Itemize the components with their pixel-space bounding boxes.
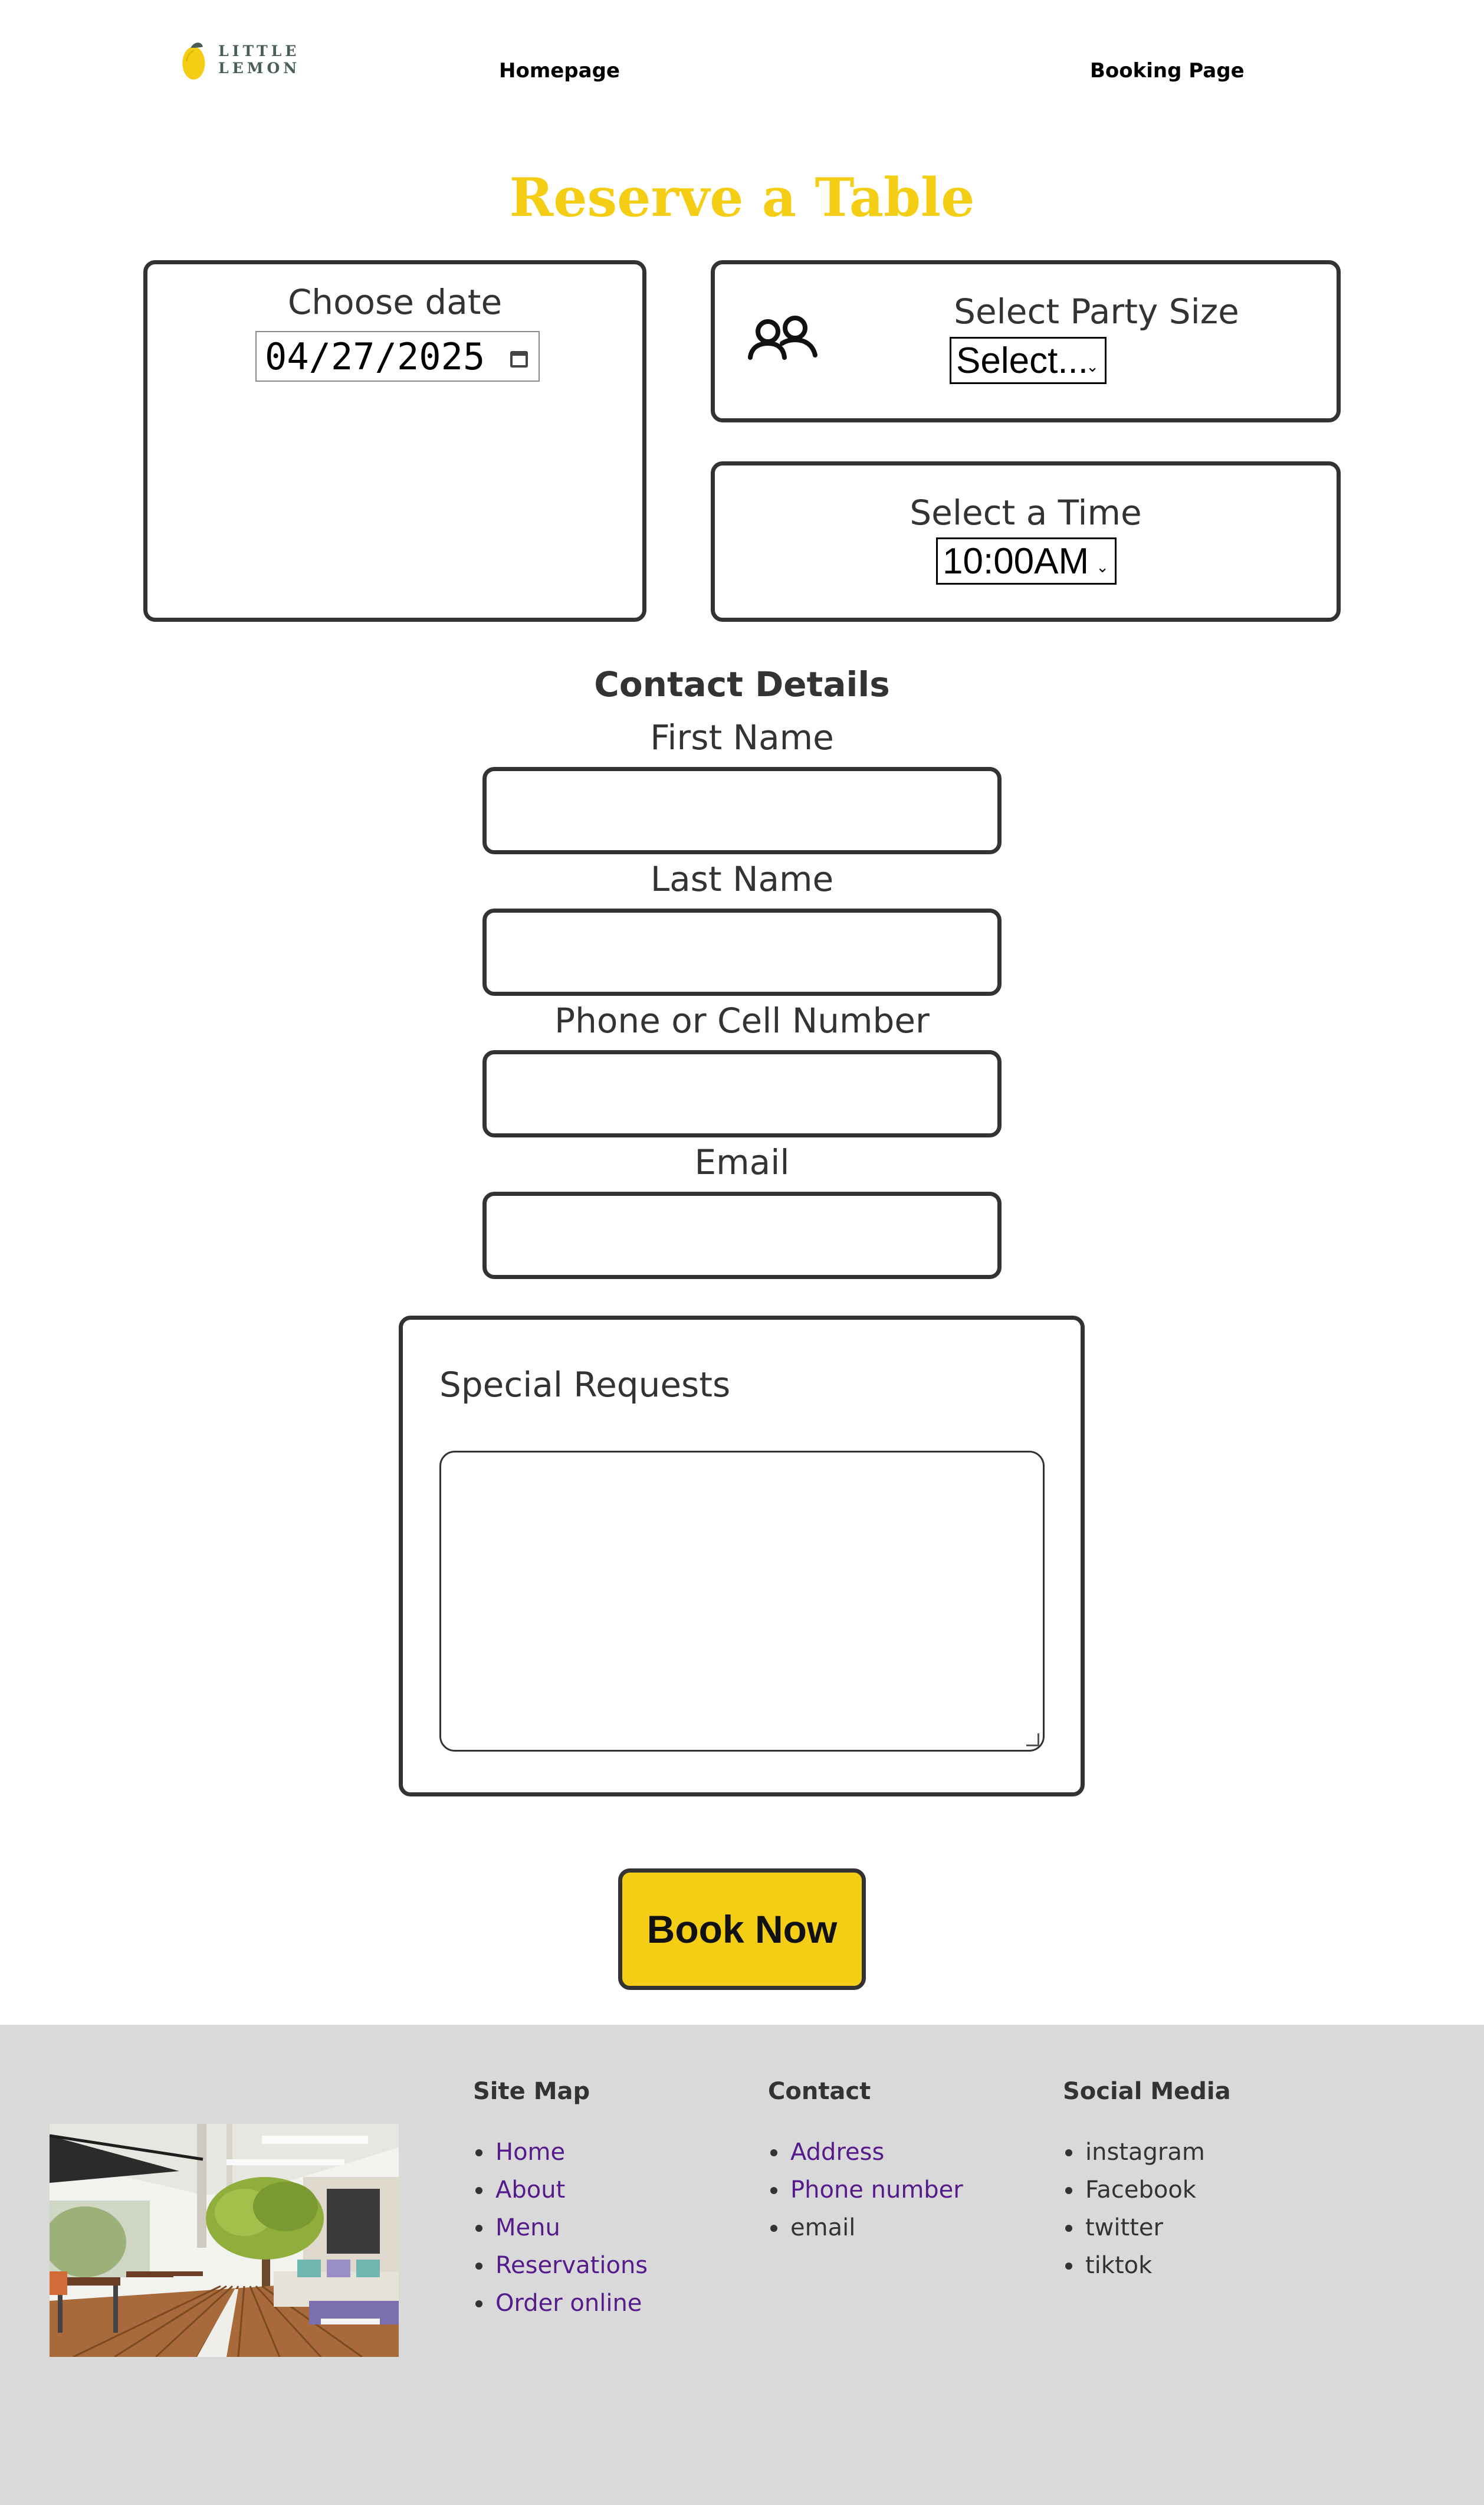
contact-details-heading: Contact Details — [594, 664, 890, 704]
calendar-icon[interactable] — [510, 351, 528, 368]
footer-link-phone-number[interactable]: Phone number — [790, 2176, 963, 2204]
footer: Site Map Home About Menu Reservations Or… — [0, 2025, 1484, 2505]
footer-contact-heading: Contact — [768, 2078, 871, 2105]
time-label: Select a Time — [910, 493, 1142, 533]
footer-social-item: instagram — [1063, 2133, 1231, 2171]
email-label: Email — [694, 1142, 790, 1182]
footer-sitemap-item: Order online — [473, 2284, 648, 2322]
party-size-value: Select... — [956, 340, 1088, 381]
date-label: Choose date — [287, 282, 503, 322]
nav-booking-page-link[interactable]: Booking Page — [1090, 59, 1245, 83]
time-card: Select a Time 10:00AM ⌄ — [711, 461, 1341, 622]
special-requests-textarea[interactable] — [439, 1451, 1045, 1752]
last-name-input[interactable] — [482, 909, 1002, 996]
footer-social-item: twitter — [1063, 2209, 1231, 2247]
footer-social-item: tiktok — [1063, 2247, 1231, 2284]
footer-link-home[interactable]: Home — [495, 2139, 565, 2166]
little-lemon-logo[interactable]: LITTLE LEMON — [179, 33, 368, 86]
restaurant-image — [50, 2124, 399, 2357]
footer-contact-item: Phone number — [768, 2171, 963, 2209]
date-picker-card: Choose date 04/27/2025 — [143, 260, 646, 622]
lemon-icon — [182, 42, 205, 80]
footer-sitemap-item: About — [473, 2171, 648, 2209]
page-title: Reserve a Table — [509, 166, 975, 229]
time-value: 10:00AM — [943, 540, 1089, 582]
resize-handle-icon[interactable] — [1026, 1733, 1039, 1746]
nav-homepage-link[interactable]: Homepage — [499, 59, 620, 83]
footer-link-reservations[interactable]: Reservations — [495, 2252, 648, 2279]
party-size-select[interactable]: Select... ⌄ — [950, 337, 1107, 384]
people-icon — [748, 316, 817, 360]
first-name-input[interactable] — [482, 767, 1002, 854]
logo-text: LITTLE LEMON — [218, 42, 301, 77]
special-requests-card: Special Requests — [399, 1316, 1085, 1796]
footer-social-media: Social Media instagram Facebook twitter … — [1063, 2078, 1231, 2284]
footer-sitemap-item: Reservations — [473, 2247, 648, 2284]
chevron-down-icon: ⌄ — [1096, 558, 1109, 576]
footer-sitemap: Site Map Home About Menu Reservations Or… — [473, 2078, 648, 2322]
footer-contact-item: Address — [768, 2133, 963, 2171]
chevron-down-icon: ⌄ — [1086, 358, 1099, 375]
footer-contact: Contact Address Phone number email — [768, 2078, 963, 2247]
footer-link-about[interactable]: About — [495, 2176, 565, 2204]
party-size-label: Select Party Size — [954, 291, 1239, 332]
book-now-button[interactable]: Book Now — [618, 1868, 866, 1990]
date-value: 04/27/2025 — [265, 335, 485, 378]
party-size-card: Select Party Size Select... ⌄ — [711, 260, 1341, 422]
footer-social-item: Facebook — [1063, 2171, 1231, 2209]
footer-contact-item: email — [768, 2209, 963, 2247]
time-select[interactable]: 10:00AM ⌄ — [936, 537, 1117, 585]
phone-input[interactable] — [482, 1050, 1002, 1137]
footer-link-order-online[interactable]: Order online — [495, 2290, 642, 2317]
phone-label: Phone or Cell Number — [554, 1001, 930, 1041]
footer-sitemap-heading: Site Map — [473, 2078, 590, 2105]
special-requests-label: Special Requests — [439, 1365, 731, 1405]
footer-sitemap-item: Home — [473, 2133, 648, 2171]
restaurant-terrace-illustration — [50, 2124, 399, 2357]
date-input[interactable]: 04/27/2025 — [255, 331, 540, 382]
footer-social-heading: Social Media — [1063, 2078, 1231, 2105]
footer-link-menu[interactable]: Menu — [495, 2214, 560, 2241]
footer-link-address[interactable]: Address — [790, 2139, 884, 2166]
first-name-label: First Name — [650, 717, 834, 758]
footer-sitemap-item: Menu — [473, 2209, 648, 2247]
email-input[interactable] — [482, 1192, 1002, 1279]
last-name-label: Last Name — [650, 859, 834, 899]
